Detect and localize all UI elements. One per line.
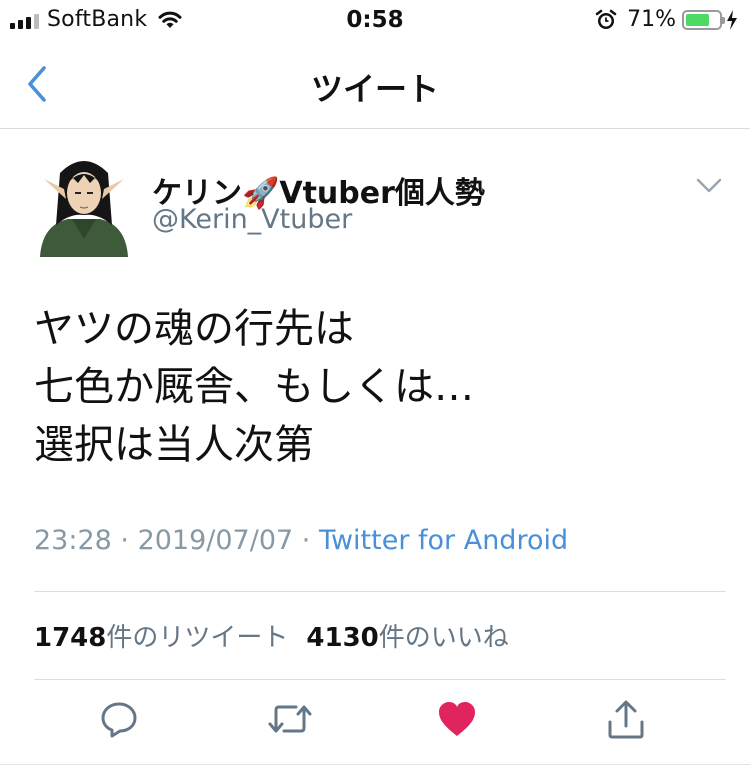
tweet-text: ヤツの魂の行先は 七色か厩舎、もしくは… 選択は当人次第: [34, 300, 474, 474]
status-right: 71%: [595, 7, 738, 32]
like-label: 件のいいね: [378, 623, 509, 653]
tweet-actions: [0, 700, 750, 746]
battery-fill: [686, 13, 709, 26]
bottom-divider: [0, 764, 750, 765]
status-bar: SoftBank 0:58 71%: [0, 0, 750, 40]
navigation-bar: ツイート: [0, 42, 750, 129]
divider: [34, 679, 726, 680]
avatar[interactable]: [38, 153, 130, 257]
tweet-time: 23:28: [34, 525, 112, 556]
retweet-icon[interactable]: [268, 700, 312, 738]
battery-percent: 71%: [627, 7, 676, 32]
tweet-text-line: ヤツの魂の行先は: [34, 306, 354, 352]
retweet-stat[interactable]: 1748件のリツイート: [34, 623, 288, 653]
chevron-down-icon[interactable]: [696, 178, 722, 194]
author-handle[interactable]: @Kerin_Vtuber: [152, 204, 352, 235]
tweet-meta: 23:28 · 2019/07/07 · Twitter for Android: [34, 525, 568, 556]
like-stat[interactable]: 4130件のいいね: [306, 623, 508, 653]
reply-icon[interactable]: [100, 700, 138, 738]
alarm-icon: [595, 9, 617, 29]
like-icon[interactable]: [437, 700, 477, 738]
divider: [34, 591, 726, 592]
tweet-stats: 1748件のリツイート 4130件のいいね: [34, 617, 509, 654]
retweet-count: 1748: [34, 623, 107, 653]
tweet-source-link[interactable]: Twitter for Android: [319, 525, 568, 556]
meta-separator: ·: [293, 525, 319, 556]
retweet-label: 件のリツイート: [106, 623, 289, 653]
charging-bolt-icon: [727, 9, 737, 30]
like-count: 4130: [306, 623, 379, 653]
tweet-text-line: 選択は当人次第: [34, 422, 314, 468]
battery-icon: [682, 9, 725, 30]
page-title: ツイート: [310, 70, 439, 108]
share-icon[interactable]: [607, 700, 645, 740]
tweet-text-line: 七色か厩舎、もしくは…: [34, 364, 474, 410]
tweet-date: 2019/07/07: [137, 525, 294, 556]
meta-separator: ·: [111, 525, 138, 556]
